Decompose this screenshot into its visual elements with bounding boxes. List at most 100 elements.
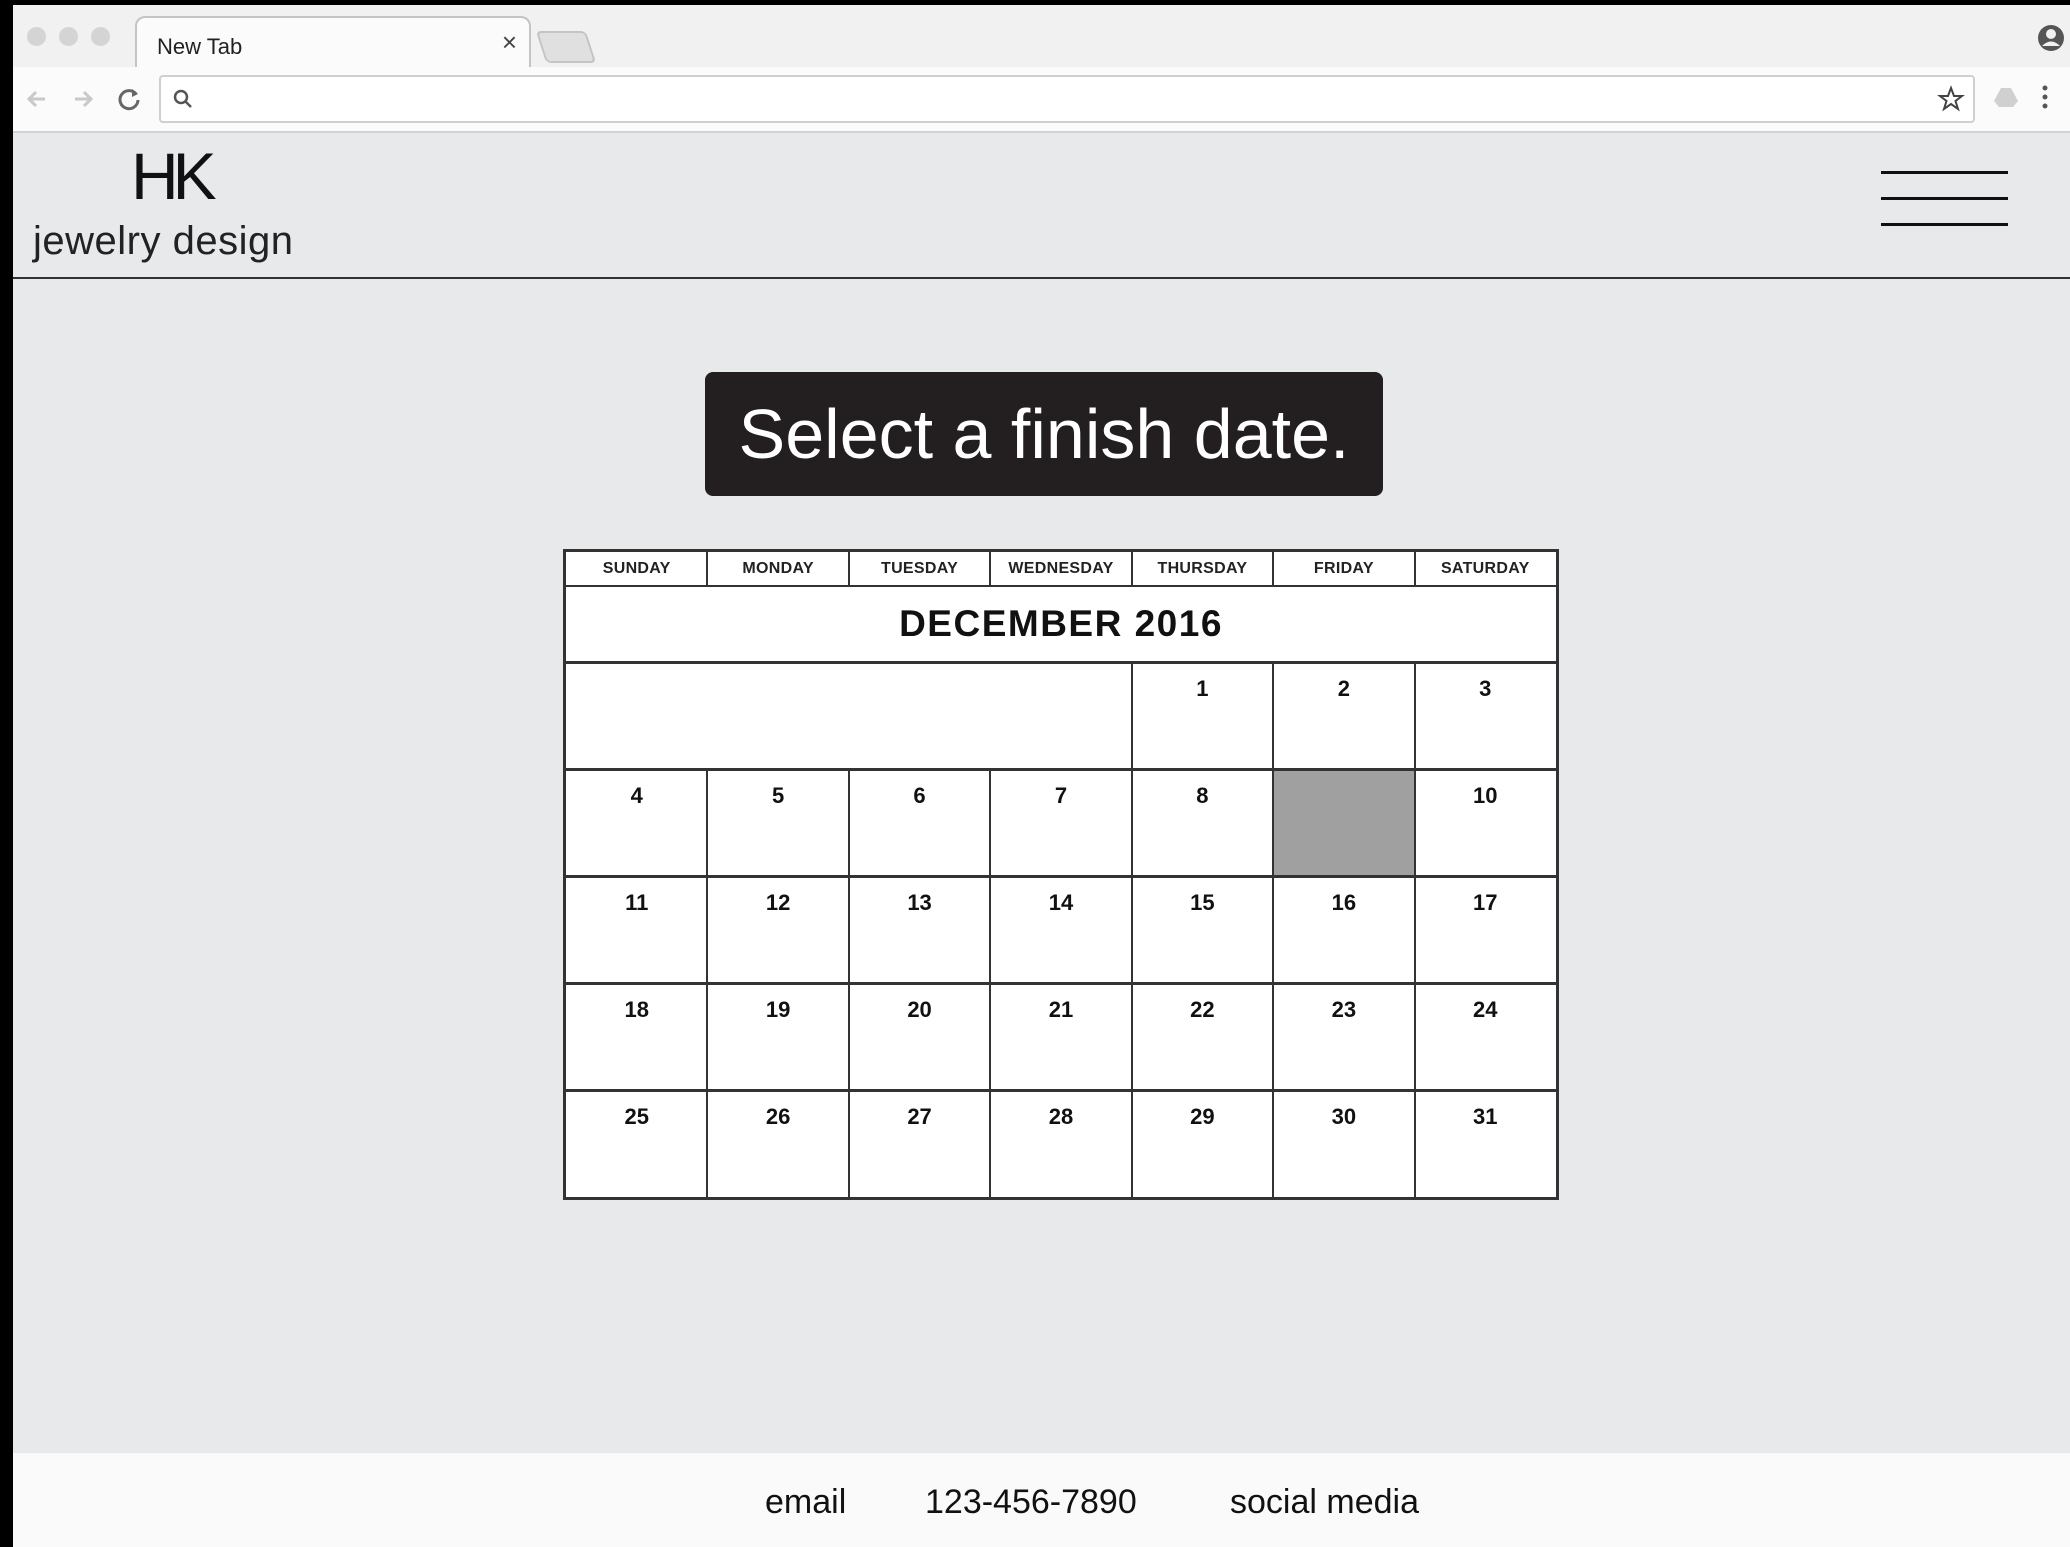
day-number: 2 bbox=[1337, 676, 1350, 701]
header-divider bbox=[1130, 552, 1133, 586]
calendar-day-29[interactable]: 29 bbox=[1133, 1092, 1272, 1196]
day-number: 8 bbox=[1196, 783, 1209, 808]
tab-close-icon[interactable]: × bbox=[502, 27, 517, 57]
day-number: 15 bbox=[1190, 890, 1215, 915]
header-divider bbox=[1413, 552, 1416, 586]
minimize-window-icon[interactable] bbox=[59, 27, 78, 46]
header-divider bbox=[989, 552, 992, 586]
calendar: DECEMBER 2016 SUNDAY MONDAY TUESDAY WEDNESD… bbox=[563, 549, 1559, 1200]
calendar-day-10[interactable]: 10 bbox=[1416, 771, 1555, 875]
tab-new-tab[interactable]: New Tab × bbox=[135, 16, 531, 71]
day-number: 22 bbox=[1190, 997, 1215, 1022]
weekday-header-saturday: SATURDAY bbox=[1440, 560, 1530, 577]
calendar-day-5[interactable]: 5 bbox=[708, 771, 847, 875]
header-divider bbox=[1272, 552, 1275, 586]
calendar-day-1[interactable]: 1 bbox=[1133, 664, 1272, 768]
calendar-day-13[interactable]: 13 bbox=[850, 878, 989, 982]
day-number: 26 bbox=[765, 1104, 791, 1129]
calendar-day-12[interactable]: 12 bbox=[708, 878, 847, 982]
footer-email-link[interactable]: email bbox=[765, 1483, 846, 1522]
day-number: 3 bbox=[1479, 676, 1492, 701]
calendar-day-30[interactable]: 30 bbox=[1274, 1092, 1413, 1196]
calendar-day-18[interactable]: 18 bbox=[567, 985, 706, 1089]
bookmark-star-icon[interactable] bbox=[1937, 85, 1965, 113]
close-window-icon[interactable] bbox=[27, 27, 46, 46]
day-number: 28 bbox=[1048, 1104, 1074, 1129]
new-tab-button[interactable] bbox=[535, 31, 597, 63]
weekday-header-thursday: THURSDAY bbox=[1157, 560, 1248, 577]
logo-text[interactable]: jewelry design bbox=[33, 221, 293, 261]
day-number: 19 bbox=[765, 997, 791, 1022]
day-number: 30 bbox=[1331, 1104, 1357, 1129]
maximize-window-icon[interactable] bbox=[91, 27, 110, 46]
day-number: 4 bbox=[630, 783, 643, 808]
calendar-day-23[interactable]: 23 bbox=[1274, 985, 1413, 1089]
calendar-day-27[interactable]: 27 bbox=[850, 1092, 989, 1196]
header-divider bbox=[706, 552, 709, 586]
calendar-day-7[interactable]: 7 bbox=[991, 771, 1130, 875]
calendar-day-15[interactable]: 15 bbox=[1133, 878, 1272, 982]
day-number: 14 bbox=[1048, 890, 1074, 915]
calendar-day-8[interactable]: 8 bbox=[1133, 771, 1272, 875]
day-number: 31 bbox=[1473, 1104, 1498, 1129]
day-number: 24 bbox=[1473, 997, 1498, 1022]
weekday-header-friday: FRIDAY bbox=[1313, 560, 1374, 577]
weekday-header-wednesday: WEDNESDAY bbox=[1008, 560, 1114, 577]
calendar-day-17[interactable]: 17 bbox=[1416, 878, 1555, 982]
calendar-day-25[interactable]: 25 bbox=[567, 1092, 706, 1196]
calendar-day-4[interactable]: 4 bbox=[567, 771, 706, 875]
day-number: 12 bbox=[765, 890, 791, 915]
day-number: 21 bbox=[1048, 997, 1074, 1022]
weekday-header-tuesday: TUESDAY bbox=[881, 560, 959, 577]
weekday-header-monday: MONDAY bbox=[742, 560, 814, 577]
day-number: 16 bbox=[1331, 890, 1357, 915]
hamburger-menu-icon[interactable] bbox=[1881, 171, 2008, 229]
back-arrow-icon[interactable] bbox=[23, 85, 51, 113]
day-number: 11 bbox=[625, 890, 649, 915]
calendar-day-24[interactable]: 24 bbox=[1416, 985, 1555, 1089]
calendar-day-3[interactable]: 3 bbox=[1416, 664, 1555, 768]
calendar-day-22[interactable]: 22 bbox=[1133, 985, 1272, 1089]
prompt-banner: Select a finish date. bbox=[705, 372, 1383, 496]
calendar-day-19[interactable]: 19 bbox=[708, 985, 847, 1089]
header-divider bbox=[847, 552, 850, 586]
calendar-day-21[interactable]: 21 bbox=[991, 985, 1130, 1089]
browser-window: New Tab × HK jewelry design Select a fin… bbox=[13, 5, 2070, 1547]
day-number: 20 bbox=[907, 997, 932, 1022]
footer-social-link[interactable]: social media bbox=[1230, 1483, 1419, 1522]
calendar-day-6[interactable]: 6 bbox=[850, 771, 989, 875]
calendar-day-11[interactable]: 11 bbox=[567, 878, 706, 982]
calendar-day-selected[interactable] bbox=[1274, 771, 1414, 875]
calendar-day-16[interactable]: 16 bbox=[1274, 878, 1413, 982]
footer-phone-link[interactable]: 123-456-7890 bbox=[925, 1483, 1137, 1522]
address-bar[interactable] bbox=[159, 75, 1975, 123]
weekday-header-sunday: SUNDAY bbox=[602, 560, 671, 577]
calendar-day-28[interactable]: 28 bbox=[991, 1092, 1130, 1196]
search-icon bbox=[173, 89, 192, 108]
extension-drive-icon[interactable] bbox=[1992, 83, 2020, 111]
tab-title: New Tab bbox=[157, 34, 243, 59]
header-rule bbox=[566, 585, 1556, 587]
site-footer: email 123-456-7890 social media bbox=[13, 1453, 2070, 1547]
calendar-day-31[interactable]: 31 bbox=[1416, 1092, 1555, 1196]
logo-mark[interactable]: HK bbox=[131, 143, 217, 209]
day-number: 5 bbox=[772, 783, 785, 808]
day-number: 27 bbox=[907, 1104, 932, 1129]
calendar-day-20[interactable]: 20 bbox=[850, 985, 989, 1089]
day-number: 1 bbox=[1196, 676, 1209, 701]
site-header: HK jewelry design bbox=[13, 133, 2070, 279]
tab-strip: New Tab × bbox=[13, 5, 2070, 71]
browser-toolbar bbox=[13, 67, 2070, 133]
day-number: 29 bbox=[1190, 1104, 1215, 1129]
day-number: 23 bbox=[1331, 997, 1357, 1022]
calendar-day-14[interactable]: 14 bbox=[991, 878, 1130, 982]
forward-arrow-icon[interactable] bbox=[69, 85, 97, 113]
day-number: 7 bbox=[1054, 783, 1068, 808]
profile-icon[interactable] bbox=[2036, 23, 2066, 53]
day-number: 10 bbox=[1473, 783, 1498, 808]
calendar-day-2[interactable]: 2 bbox=[1274, 664, 1413, 768]
menu-kebab-icon[interactable] bbox=[2039, 83, 2051, 111]
calendar-day-26[interactable]: 26 bbox=[708, 1092, 847, 1196]
reload-icon[interactable] bbox=[115, 85, 143, 113]
day-number: 13 bbox=[907, 890, 932, 915]
